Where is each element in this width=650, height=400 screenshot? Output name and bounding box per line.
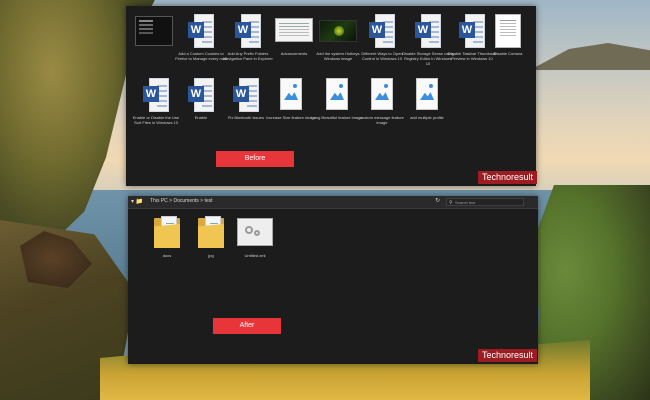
search-input[interactable]: ⚲ Search test	[446, 198, 524, 206]
word-document-icon: W	[235, 14, 261, 48]
word-document-icon: W	[233, 78, 259, 112]
thumbnail-icon	[319, 20, 357, 42]
image-file-icon	[324, 78, 350, 112]
file-item[interactable]: W Add Any Prefix Folders Navigation Pane…	[222, 14, 274, 61]
search-icon: ⚲	[449, 200, 453, 206]
word-document-icon: W	[369, 14, 395, 48]
thumbnail-icon	[135, 16, 173, 46]
word-document-icon: W	[188, 14, 214, 48]
word-document-icon: W	[415, 14, 441, 48]
file-item[interactable]: Disable Cortana	[482, 14, 534, 56]
explorer-window-after: ▾ 📁 This PC > Documents > test ↻ ⚲ Searc…	[128, 196, 538, 364]
watermark-label: Technoresult	[478, 171, 538, 184]
explorer-window-before: W Add a Custom Cookies to Firefox to Man…	[126, 6, 538, 186]
before-label-button: Before	[216, 151, 294, 167]
refresh-icon[interactable]: ↻	[435, 197, 440, 204]
file-item[interactable]: W Different Ways to Open Control in Wind…	[356, 14, 408, 61]
file-item[interactable]	[128, 14, 180, 51]
file-item[interactable]: Increase Size feature image	[265, 78, 317, 120]
watermark-label: Technoresult	[478, 349, 538, 362]
word-document-icon: W	[143, 78, 169, 112]
word-document-icon: W	[188, 78, 214, 112]
thumbnail-icon	[495, 14, 521, 48]
image-file-icon	[414, 78, 440, 112]
after-label-button: After	[213, 318, 281, 334]
image-file-icon	[369, 78, 395, 112]
folder-icon	[154, 216, 180, 250]
thumbnail-icon	[275, 18, 313, 42]
image-file-icon	[278, 78, 304, 112]
gear-icon	[237, 216, 273, 250]
file-item[interactable]: W Add a Custom Cookies to Firefox to Man…	[175, 14, 227, 61]
file-item[interactable]: Untitled.xml	[229, 216, 281, 258]
breadcrumb[interactable]: This PC > Documents > test	[150, 198, 213, 204]
folder-icon	[198, 216, 224, 250]
address-bar: ▾ 📁 This PC > Documents > test ↻ ⚲ Searc…	[128, 196, 538, 209]
folder-nav-icon[interactable]: ▾ 📁	[131, 198, 143, 205]
file-item[interactable]: add multiple profile	[401, 78, 453, 120]
